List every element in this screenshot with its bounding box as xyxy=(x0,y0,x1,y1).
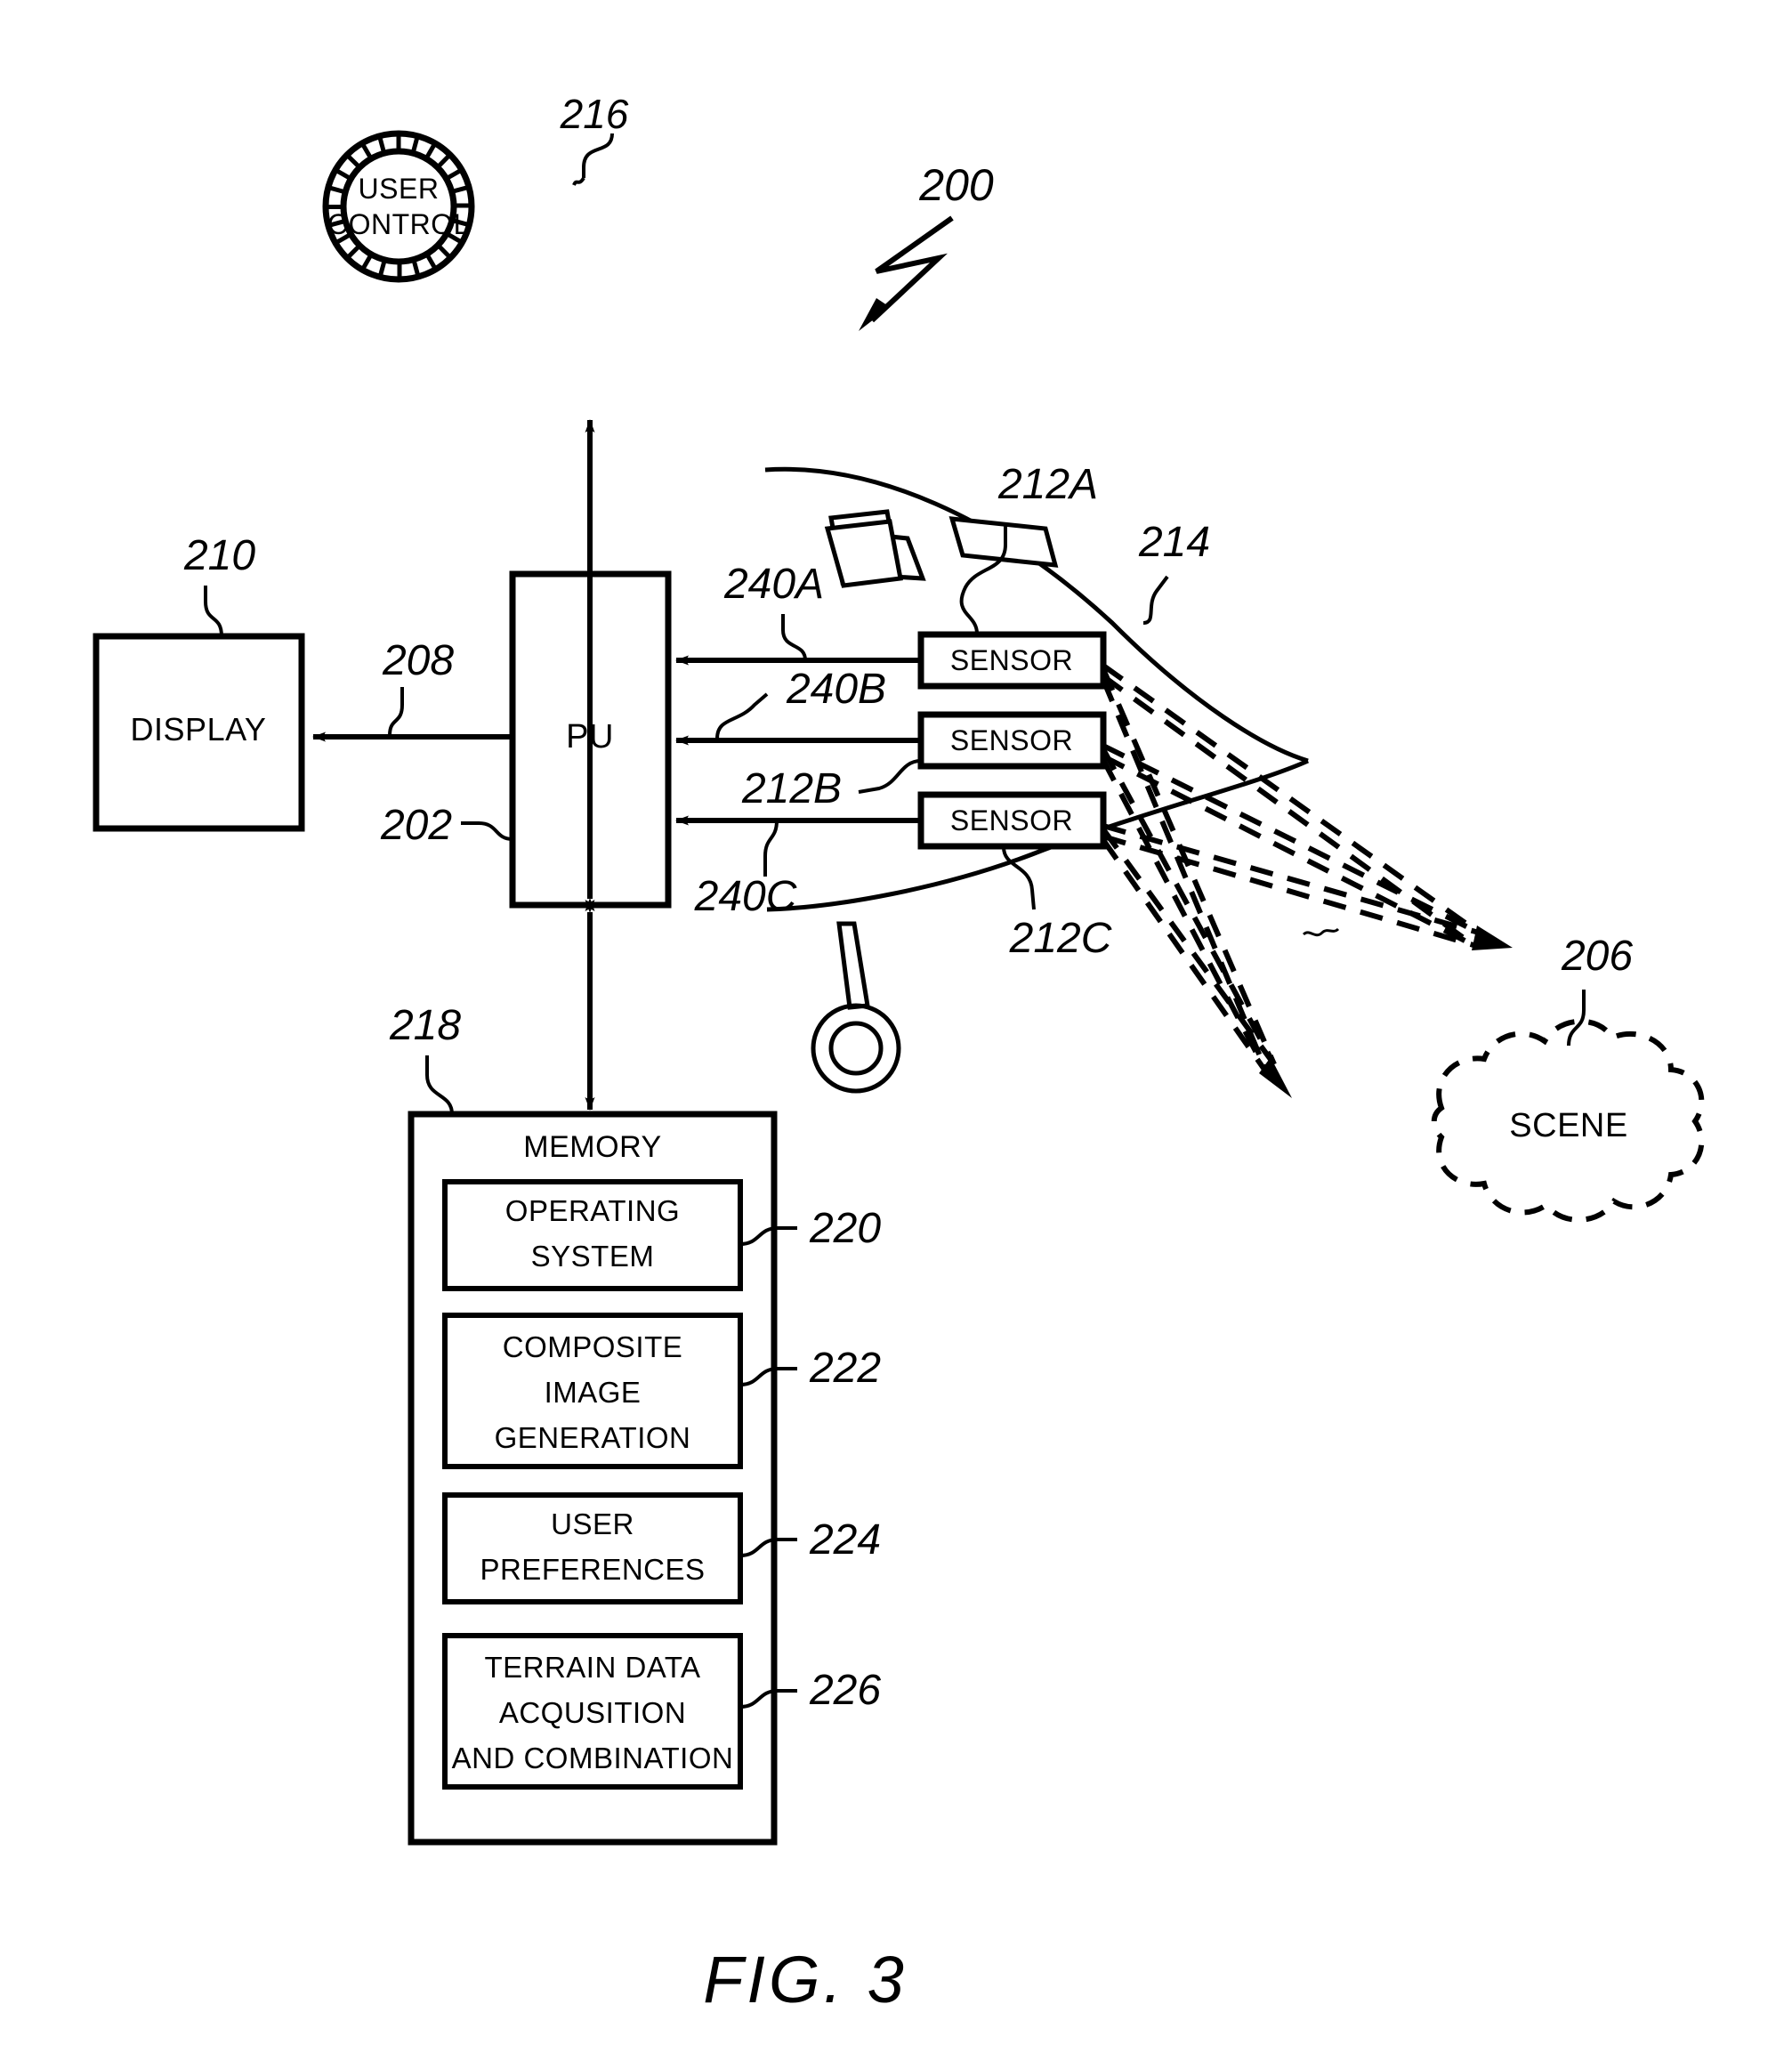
leader-208 xyxy=(388,687,404,736)
leader-212B xyxy=(858,759,922,794)
module-4-line-1: TERRAIN DATA xyxy=(484,1651,700,1684)
figure-caption: FIG. 3 xyxy=(703,1943,908,2016)
ref-202: 202 xyxy=(380,802,452,849)
sensor-b-label: SENSOR xyxy=(950,724,1073,756)
ref-226: 226 xyxy=(809,1667,881,1714)
user-control-node[interactable]: USER CONTROL xyxy=(322,130,475,283)
ref-222: 222 xyxy=(809,1345,881,1392)
module-2-line-1: COMPOSITE xyxy=(503,1330,683,1363)
leader-240A xyxy=(781,614,807,661)
module-2-line-3: GENERATION xyxy=(495,1421,691,1454)
display-node[interactable]: DISPLAY xyxy=(93,633,305,832)
memory-module-terrain-data[interactable]: TERRAIN DATA ACQUSITION AND COMBINATION xyxy=(442,1633,743,1790)
sensor-fov-lines xyxy=(1101,663,1481,1075)
memory-module-composite-image-generation[interactable]: COMPOSITE IMAGE GENERATION xyxy=(442,1313,743,1469)
leader-216 xyxy=(582,133,614,178)
fov-squiggle-mark xyxy=(1302,927,1340,937)
display-label: DISPLAY xyxy=(131,711,267,748)
memory-label: MEMORY xyxy=(523,1130,661,1164)
module-1-line-2: SYSTEM xyxy=(531,1240,655,1273)
ref-208: 208 xyxy=(382,637,454,684)
module-1-line-1: OPERATING xyxy=(505,1194,680,1227)
scene-node[interactable]: SCENE xyxy=(1431,1018,1705,1223)
scene-label: SCENE xyxy=(1509,1107,1627,1144)
sensor-c-node[interactable]: SENSOR xyxy=(917,791,1107,850)
module-4-line-2: ACQUSITION xyxy=(499,1696,686,1729)
leader-240B xyxy=(715,692,769,740)
user-control-label-line1: USER xyxy=(359,173,440,205)
leader-218 xyxy=(425,1055,454,1115)
ref-212C: 212C xyxy=(1009,915,1112,962)
ref-240B: 240B xyxy=(786,666,886,713)
memory-node[interactable]: MEMORY OPERATING SYSTEM 220 COMPOSITE IM… xyxy=(408,1111,881,1846)
ref-210: 210 xyxy=(183,532,255,579)
user-control-label-line2: CONTROL xyxy=(327,208,470,240)
sensor-c-label: SENSOR xyxy=(950,804,1073,836)
module-3-line-2: PREFERENCES xyxy=(480,1553,705,1586)
ref-240C: 240C xyxy=(694,873,797,920)
ref-220: 220 xyxy=(809,1205,881,1252)
module-4-line-3: AND COMBINATION xyxy=(452,1742,734,1774)
figure-canvas: USER CONTROL 216 200 DISPLAY 210 208 PU xyxy=(93,91,1705,2016)
sensor-a-label: SENSOR xyxy=(950,644,1073,676)
ref-206: 206 xyxy=(1561,933,1633,980)
ref-214: 214 xyxy=(1138,519,1210,566)
leader-210 xyxy=(204,586,223,637)
sensor-a-node[interactable]: SENSOR xyxy=(917,631,1107,690)
patent-figure-page: USER CONTROL 216 200 DISPLAY 210 208 PU xyxy=(0,0,1792,2069)
ref-212A: 212A xyxy=(997,461,1098,508)
aircraft-panel-1 xyxy=(824,519,903,588)
leader-240C xyxy=(763,820,779,877)
ref-240A: 240A xyxy=(723,561,824,608)
leader-202 xyxy=(461,821,513,841)
ref-216: 216 xyxy=(560,91,629,137)
system-leader-200: 200 xyxy=(859,160,994,331)
sensor-b-node[interactable]: SENSOR xyxy=(917,711,1107,770)
module-2-line-2: IMAGE xyxy=(545,1376,642,1409)
ref-218: 218 xyxy=(389,1002,461,1049)
ref-200: 200 xyxy=(918,160,994,210)
memory-module-operating-system[interactable]: OPERATING SYSTEM xyxy=(442,1179,743,1291)
leader-216-tail xyxy=(572,176,585,186)
fov-arrowhead-scene xyxy=(1472,925,1513,950)
ref-212B: 212B xyxy=(741,765,842,812)
ref-224: 224 xyxy=(809,1516,881,1564)
module-3-line-1: USER xyxy=(551,1507,634,1540)
memory-module-user-preferences[interactable]: USER PREFERENCES xyxy=(442,1492,743,1604)
leader-214 xyxy=(1142,575,1169,625)
